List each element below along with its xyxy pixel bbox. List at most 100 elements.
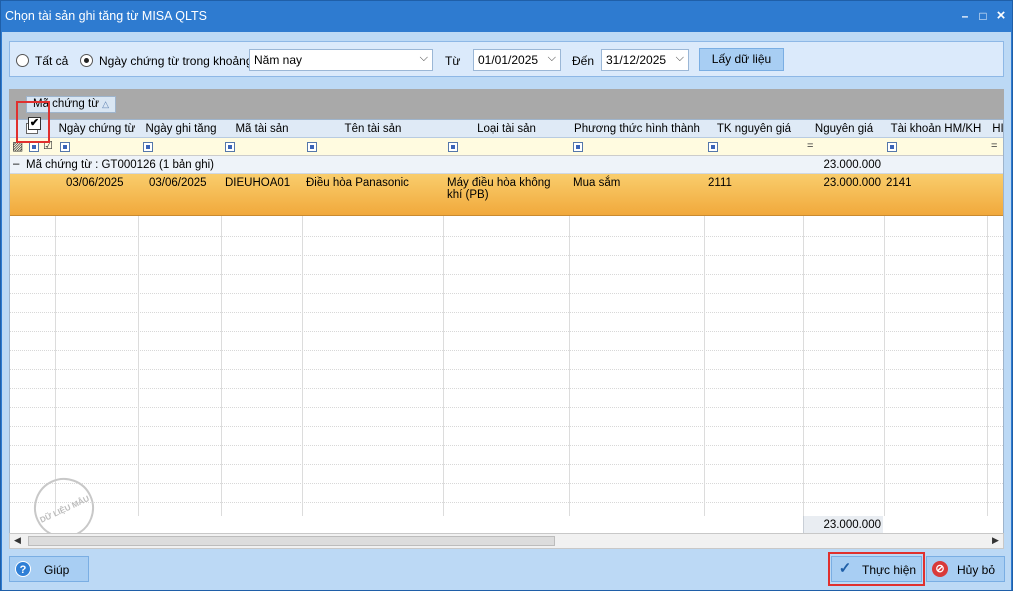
from-date-input[interactable]: 01/01/2025 ⌵ [473, 49, 561, 71]
group-row-sum: 23.000.000 [823, 159, 881, 171]
cell-ma-tai-san: DIEUHOA01 [225, 177, 291, 189]
row-select-checkbox[interactable]: ✔ [28, 117, 41, 130]
filter-icon[interactable] [307, 142, 317, 152]
asset-grid: Ngày chứng từ Ngày ghi tăng Mã tài sản T… [9, 119, 1004, 534]
row-line [10, 426, 1003, 427]
col-header-ngay-ghi-tang[interactable]: Ngày ghi tăng [140, 123, 222, 135]
radio-range-label[interactable]: Ngày chứng từ trong khoảng [99, 54, 253, 68]
cancel-button-label: Hủy bỏ [957, 563, 996, 577]
ok-button[interactable]: ✓ Thực hiện [831, 556, 922, 582]
from-label: Từ [445, 54, 461, 68]
close-button[interactable]: × [992, 7, 1010, 25]
dialog-window: Chọn tài sản ghi tăng từ MISA QLTS – □ ×… [0, 0, 1013, 591]
horizontal-scrollbar[interactable]: ◀ ▶ [9, 533, 1004, 549]
col-line [443, 216, 444, 516]
help-button[interactable]: ? Giúp [9, 556, 89, 582]
filter-icon[interactable] [887, 142, 897, 152]
group-by-panel: Mã chứng từ △ [9, 89, 1004, 119]
chevron-down-icon: ⌵ [675, 52, 684, 64]
col-line [704, 216, 705, 516]
cell-ten-tai-san: Điều hòa Panasonic [306, 177, 409, 189]
row-line [10, 293, 1003, 294]
col-header-ngay-chung-tu[interactable]: Ngày chứng từ [58, 123, 136, 135]
radio-all-label[interactable]: Tất cả [35, 54, 68, 68]
filter-icon[interactable] [29, 142, 39, 152]
scroll-right-icon[interactable]: ▶ [992, 535, 999, 546]
radio-all[interactable] [16, 54, 29, 67]
help-icon: ? [15, 561, 31, 577]
col-line [138, 216, 139, 516]
cell-nguyen-gia: 23.000.000 [823, 177, 881, 189]
cell-phuong-thuc: Mua sắm [573, 177, 621, 189]
col-line [803, 216, 804, 516]
col-line [569, 216, 570, 516]
cell-tk-nguyen-gia: 2111 [708, 177, 732, 189]
group-row[interactable]: – Mã chứng từ : GT000126 (1 bản ghi) 23.… [10, 156, 1003, 174]
col-header-hi[interactable]: HI [991, 123, 1003, 135]
footer-total: 23.000.000 [803, 516, 883, 533]
col-header-nguyen-gia[interactable]: Nguyên giá [804, 123, 884, 135]
equals-filter-icon[interactable]: = [991, 140, 997, 152]
sort-asc-icon: △ [102, 99, 110, 109]
maximize-button[interactable]: □ [974, 7, 992, 25]
filter-icon[interactable] [143, 142, 153, 152]
from-date-value: 01/01/2025 [478, 53, 539, 67]
chevron-down-icon: ⌵ [419, 52, 428, 64]
ok-button-label: Thực hiện [862, 563, 917, 577]
filter-row: ▨ ☑ = = [10, 138, 1003, 156]
grid-header: Ngày chứng từ Ngày ghi tăng Mã tài sản T… [10, 120, 1003, 138]
filter-panel: Tất cả Ngày chứng từ trong khoảng Năm na… [9, 41, 1004, 77]
scroll-thumb[interactable] [28, 536, 555, 546]
window-title: Chọn tài sản ghi tăng từ MISA QLTS [5, 9, 207, 23]
row-line [10, 388, 1003, 389]
row-select-highlight: ✔ [16, 101, 50, 143]
cell-ngay-chung-tu: 03/06/2025 [66, 177, 124, 189]
minimize-button[interactable]: – [956, 7, 974, 25]
col-line [55, 216, 56, 516]
scroll-left-icon[interactable]: ◀ [14, 535, 21, 546]
radio-range[interactable] [80, 54, 93, 67]
table-row[interactable]: 03/06/2025 03/06/2025 DIEUHOA01 Điều hòa… [10, 174, 1003, 216]
col-header-ma-tai-san[interactable]: Mã tài sản [222, 123, 302, 135]
sample-data-watermark: DỮ LIỆU MẪU [24, 468, 104, 533]
equals-filter-icon[interactable]: = [807, 140, 813, 152]
row-line [10, 407, 1003, 408]
fetch-data-button[interactable]: Lấy dữ liệu [699, 48, 784, 71]
row-line [10, 236, 1003, 237]
col-line [221, 216, 222, 516]
col-header-ten-tai-san[interactable]: Tên tài sản [303, 123, 443, 135]
col-header-loai-tai-san[interactable]: Loại tài sản [444, 123, 569, 135]
col-header-tk-hmkh[interactable]: Tài khoản HM/KH [885, 123, 987, 135]
col-line [302, 216, 303, 516]
col-header-phuong-thuc[interactable]: Phương thức hình thành [570, 123, 704, 135]
check-icon: ✓ [838, 560, 852, 577]
to-label: Đến [572, 54, 595, 68]
to-date-input[interactable]: 31/12/2025 ⌵ [601, 49, 689, 71]
filter-icon[interactable] [708, 142, 718, 152]
row-line [10, 502, 1003, 503]
row-line [10, 445, 1003, 446]
filter-icon[interactable] [225, 142, 235, 152]
cell-loai-tai-san: Máy điều hòa không khí (PB) [447, 177, 551, 201]
row-line [10, 331, 1003, 332]
collapse-icon[interactable]: – [13, 158, 19, 170]
row-line [10, 255, 1003, 256]
row-line [10, 369, 1003, 370]
col-line [987, 216, 988, 516]
filter-icon[interactable] [573, 142, 583, 152]
col-line [884, 216, 885, 516]
col-header-tk-nguyen-gia[interactable]: TK nguyên giá [705, 123, 803, 135]
filter-icon[interactable] [60, 142, 70, 152]
filter-icon[interactable] [448, 142, 458, 152]
title-bar: Chọn tài sản ghi tăng từ MISA QLTS – □ × [1, 1, 1012, 31]
cancel-icon: ⊘ [932, 561, 948, 577]
cell-ngay-ghi-tang: 03/06/2025 [149, 177, 207, 189]
period-select[interactable]: Năm nay ⌵ [249, 49, 433, 71]
group-row-label: Mã chứng từ : GT000126 (1 bản ghi) [26, 159, 214, 171]
period-select-value: Năm nay [254, 53, 303, 67]
cancel-button[interactable]: ⊘ Hủy bỏ [926, 556, 1005, 582]
chevron-down-icon: ⌵ [547, 52, 556, 64]
row-line [10, 312, 1003, 313]
row-line [10, 483, 1003, 484]
row-line [10, 350, 1003, 351]
